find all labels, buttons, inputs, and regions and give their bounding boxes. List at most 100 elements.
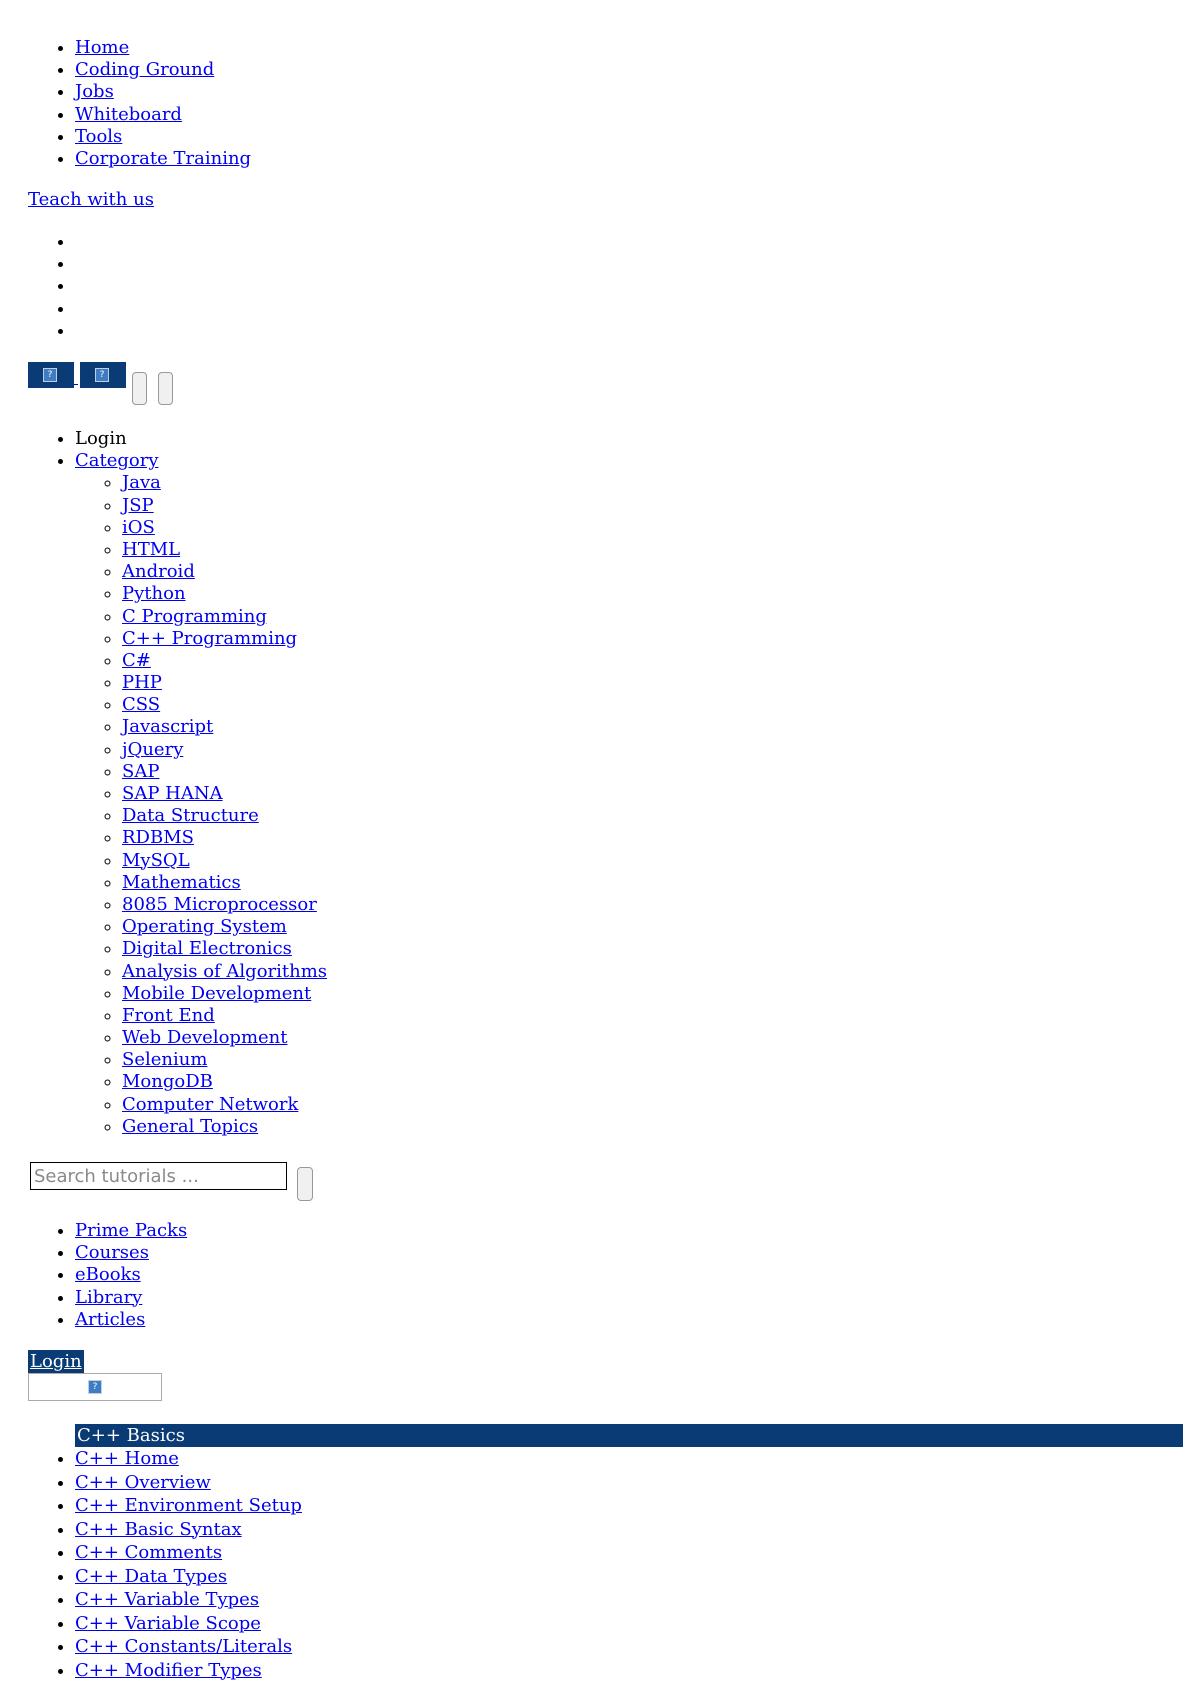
category-item-rdbms: RDBMS [122,827,327,849]
account-category-menu: Login Category Java JSP iOS HTML Android… [0,428,327,1138]
category-item-computer-network: Computer Network [122,1094,327,1116]
category-link-javascript[interactable]: Javascript [122,716,213,737]
nav-link-home[interactable]: Home [75,37,129,58]
toc-link-cpp-basic-syntax[interactable]: C++ Basic Syntax [75,1519,242,1540]
category-link-mathematics[interactable]: Mathematics [122,872,241,893]
category-item-jquery: jQuery [122,739,327,761]
category-link-python[interactable]: Python [122,583,186,604]
category-link-rdbms[interactable]: RDBMS [122,827,194,848]
nav-link-corporate-training[interactable]: Corporate Training [75,148,251,169]
category-item-digital-electronics: Digital Electronics [122,938,327,960]
resource-item-courses: Courses [75,1242,187,1264]
category-link-general-topics[interactable]: General Topics [122,1116,258,1137]
toc-link-cpp-data-types[interactable]: C++ Data Types [75,1566,227,1587]
toc-link-cpp-overview[interactable]: C++ Overview [75,1472,211,1493]
toc-link-cpp-modifier-types[interactable]: C++ Modifier Types [75,1660,262,1681]
category-link-selenium[interactable]: Selenium [122,1049,207,1070]
category-link-analysis-of-algorithms[interactable]: Analysis of Algorithms [122,961,327,982]
toc-link-cpp-comments[interactable]: C++ Comments [75,1542,222,1563]
category-item-analysis-of-algorithms: Analysis of Algorithms [122,961,327,983]
empty-button[interactable] [158,372,173,405]
category-item-mathematics: Mathematics [122,872,327,894]
category-link-data-structure[interactable]: Data Structure [122,805,259,826]
broken-image-button[interactable]: ? [28,362,74,388]
search-input[interactable] [30,1162,287,1190]
nav-link-tools[interactable]: Tools [75,126,122,147]
broken-image-button[interactable]: ? [80,362,126,388]
nav-link-jobs[interactable]: Jobs [75,81,114,102]
toc-item: C++ Environment Setup [75,1494,302,1518]
cpp-basics-header: C++ Basics [75,1424,1183,1447]
toc-link-cpp-home[interactable]: C++ Home [75,1448,179,1469]
category-link-ios[interactable]: iOS [122,517,155,538]
category-item-data-structure: Data Structure [122,805,327,827]
category-item-jsp: JSP [122,495,327,517]
category-link-jsp[interactable]: JSP [122,495,154,516]
resource-link-courses[interactable]: Courses [75,1242,149,1263]
link-underline [74,384,78,385]
toc-link-cpp-constants-literals[interactable]: C++ Constants/Literals [75,1636,292,1657]
category-item-web-development: Web Development [122,1027,327,1049]
category-link[interactable]: Category [75,450,159,471]
category-item-mongodb: MongoDB [122,1071,327,1093]
category-link-c-programming[interactable]: C Programming [122,606,267,627]
category-link-android[interactable]: Android [122,561,195,582]
resource-link-ebooks[interactable]: eBooks [75,1264,141,1285]
broken-image-icon: ? [43,368,57,382]
category-link-web-development[interactable]: Web Development [122,1027,288,1048]
nav-item-coding-ground: Coding Ground [75,59,251,81]
category-link-operating-system[interactable]: Operating System [122,916,287,937]
category-link-mongodb[interactable]: MongoDB [122,1071,213,1092]
toc-link-cpp-variable-scope[interactable]: C++ Variable Scope [75,1613,261,1634]
category-item-css: CSS [122,694,327,716]
category-item-selenium: Selenium [122,1049,327,1071]
category-item-operating-system: Operating System [122,916,327,938]
login-button[interactable]: Login [28,1350,84,1373]
category-link-php[interactable]: PHP [122,672,162,693]
category-link-jquery[interactable]: jQuery [122,739,183,760]
category-link-java[interactable]: Java [122,472,161,493]
category-item-8085-microprocessor: 8085 Microprocessor [122,894,327,916]
logo-link[interactable]: ? [28,1373,162,1401]
resource-link-library[interactable]: Library [75,1287,142,1308]
category-link-css[interactable]: CSS [122,694,160,715]
category-link-mobile-development[interactable]: Mobile Development [122,983,311,1004]
resource-link-articles[interactable]: Articles [75,1309,145,1330]
category-link-8085-microprocessor[interactable]: 8085 Microprocessor [122,894,317,915]
category-link-html[interactable]: HTML [122,539,180,560]
category-item-python: Python [122,583,327,605]
top-nav: Home Coding Ground Jobs Whiteboard Tools… [0,37,251,170]
nav-link-whiteboard[interactable]: Whiteboard [75,104,182,125]
teach-with-us-link[interactable]: Teach with us [28,189,154,211]
search-button[interactable] [297,1167,313,1201]
category-link-computer-network[interactable]: Computer Network [122,1094,298,1115]
resource-link-prime-packs[interactable]: Prime Packs [75,1220,187,1241]
category-link-front-end[interactable]: Front End [122,1005,215,1026]
category-item-html: HTML [122,539,327,561]
category-item-java: Java [122,472,327,494]
category-link-mysql[interactable]: MySQL [122,850,190,871]
category-item-ios: iOS [122,517,327,539]
cpp-toc-list: C++ Home C++ Overview C++ Environment Se… [0,1447,302,1682]
resource-item-ebooks: eBooks [75,1264,187,1286]
category-link-digital-electronics[interactable]: Digital Electronics [122,938,292,959]
category-link-csharp[interactable]: C# [122,650,151,671]
category-item-mobile-development: Mobile Development [122,983,327,1005]
category-link-cpp-programming[interactable]: C++ Programming [122,628,297,649]
category-link-sap-hana[interactable]: SAP HANA [122,783,223,804]
empty-button[interactable] [132,372,147,405]
toc-item: C++ Variable Types [75,1588,302,1612]
nav-link-coding-ground[interactable]: Coding Ground [75,59,214,80]
toc-link-cpp-environment-setup[interactable]: C++ Environment Setup [75,1495,302,1516]
category-item-csharp: C# [122,650,327,672]
resources-nav: Prime Packs Courses eBooks Library Artic… [0,1220,187,1331]
category-item-mysql: MySQL [122,850,327,872]
toc-link-cpp-variable-types[interactable]: C++ Variable Types [75,1589,259,1610]
resource-item-library: Library [75,1287,187,1309]
category-link-sap[interactable]: SAP [122,761,159,782]
category-item-sap-hana: SAP HANA [122,783,327,805]
category-item-front-end: Front End [122,1005,327,1027]
category-item-c-programming: C Programming [122,606,327,628]
login-text[interactable]: Login [75,428,127,449]
nav-item-corporate-training: Corporate Training [75,148,251,170]
